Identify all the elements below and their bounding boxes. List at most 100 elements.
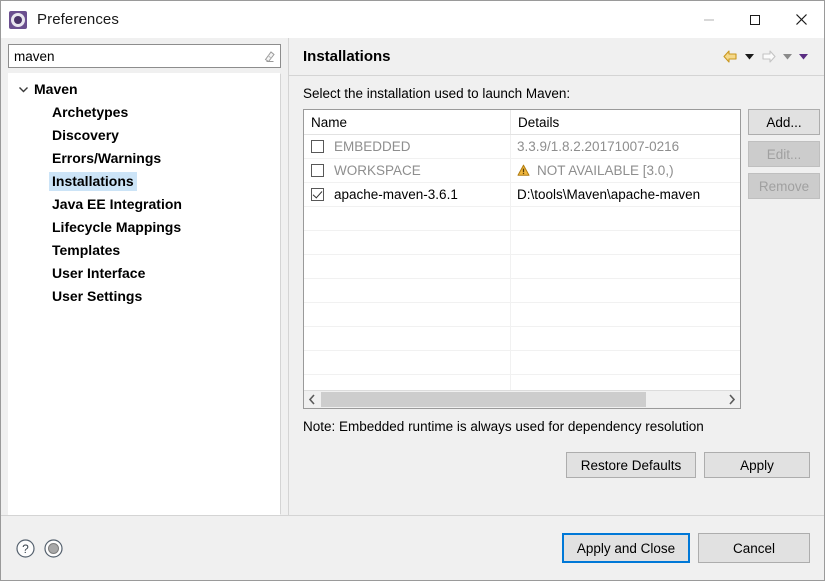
row-checkbox[interactable] [311, 140, 324, 153]
scroll-right-icon[interactable] [723, 391, 740, 408]
cell-name [304, 375, 511, 390]
show-advanced-circle-icon[interactable] [43, 538, 64, 559]
eraser-clear-icon[interactable] [262, 49, 276, 63]
back-arrow-icon[interactable] [721, 48, 740, 65]
cell-details [511, 351, 740, 374]
chevron-down-icon[interactable] [15, 85, 31, 94]
apply-button[interactable]: Apply [704, 452, 810, 478]
table-header-row: Name Details [304, 110, 740, 135]
cell-name [304, 255, 511, 278]
preferences-dialog: Preferences maven Maven Archetypes Disco… [0, 0, 825, 581]
content-header: Installations [289, 38, 824, 76]
table-row[interactable]: apache-maven-3.6.1 D:\tools\Maven\apache-… [304, 183, 740, 207]
sidebar-item-errors-warnings[interactable]: Errors/Warnings [9, 147, 280, 170]
svg-text:?: ? [22, 542, 29, 556]
view-menu-dropdown-icon[interactable] [797, 51, 810, 62]
sidebar-item-label: Installations [49, 172, 137, 191]
row-checkbox[interactable] [311, 164, 324, 177]
maximize-icon[interactable] [732, 1, 778, 38]
remove-button: Remove [748, 173, 820, 199]
sidebar-item-templates[interactable]: Templates [9, 239, 280, 262]
content-panel: Installations Select the installation us… [288, 38, 824, 515]
table-body: EMBEDDED 3.3.9/1.8.2.20171007-0216 WORKSPA… [304, 135, 740, 390]
back-dropdown-icon[interactable] [743, 51, 756, 62]
sidebar-item-java-ee-integration[interactable]: Java EE Integration [9, 193, 280, 216]
sidebar-item-discovery[interactable]: Discovery [9, 124, 280, 147]
navigation-toolbar [721, 48, 810, 65]
scrollbar-track[interactable] [321, 391, 723, 408]
table-row-empty [304, 303, 740, 327]
restore-defaults-button[interactable]: Restore Defaults [566, 452, 696, 478]
cell-details [511, 327, 740, 350]
horizontal-scrollbar[interactable] [304, 390, 740, 408]
preferences-gear-icon [9, 10, 27, 29]
content-inner: Select the installation used to launch M… [289, 76, 824, 515]
installation-details: 3.3.9/1.8.2.20171007-0216 [517, 139, 680, 154]
sidebar-item-label: Maven [34, 81, 78, 97]
cell-name [304, 279, 511, 302]
sidebar-item-user-interface[interactable]: User Interface [9, 262, 280, 285]
help-question-icon[interactable]: ? [15, 538, 36, 559]
table-row-empty [304, 351, 740, 375]
cell-details [511, 207, 740, 230]
installation-details: NOT AVAILABLE [3.0,) [537, 163, 674, 178]
cell-details: 3.3.9/1.8.2.20171007-0216 [511, 135, 740, 158]
column-header-name[interactable]: Name [304, 110, 511, 134]
column-header-details[interactable]: Details [511, 110, 740, 134]
sidebar-item-user-settings[interactable]: User Settings [9, 285, 280, 308]
filter-search-field[interactable] [8, 44, 281, 68]
left-panel: Maven Archetypes Discovery Errors/Warnings I… [1, 38, 288, 515]
table-row-empty [304, 231, 740, 255]
cell-details [511, 279, 740, 302]
preferences-tree[interactable]: Maven Archetypes Discovery Errors/Warnings I… [8, 73, 281, 515]
table-side-buttons: Add... Edit... Remove [748, 109, 820, 199]
scroll-left-icon[interactable] [304, 391, 321, 408]
page-action-buttons: Restore Defaults Apply [303, 452, 810, 478]
window-title: Preferences [37, 11, 119, 28]
apply-and-close-button[interactable]: Apply and Close [562, 533, 690, 563]
cell-name [304, 327, 511, 350]
table-row-empty [304, 207, 740, 231]
cell-name [304, 207, 511, 230]
add-button[interactable]: Add... [748, 109, 820, 135]
table-row-empty [304, 279, 740, 303]
cell-details [511, 255, 740, 278]
title-bar: Preferences [1, 1, 824, 38]
close-icon[interactable] [778, 1, 824, 38]
installation-details: D:\tools\Maven\apache-maven [517, 187, 701, 202]
table-row[interactable]: EMBEDDED 3.3.9/1.8.2.20171007-0216 [304, 135, 740, 159]
cell-details [511, 375, 740, 390]
table-row-empty [304, 375, 740, 390]
cell-details [511, 231, 740, 254]
edit-button: Edit... [748, 141, 820, 167]
sidebar-item-archetypes[interactable]: Archetypes [9, 101, 280, 124]
cell-details [511, 303, 740, 326]
window-controls [686, 1, 824, 38]
cell-name [304, 303, 511, 326]
cell-details: NOT AVAILABLE [3.0,) [511, 159, 740, 182]
sidebar-item-label: Discovery [52, 127, 119, 143]
minimize-icon[interactable] [686, 1, 732, 38]
sidebar-item-label: Templates [52, 242, 121, 258]
dialog-body: Maven Archetypes Discovery Errors/Warnings I… [1, 38, 824, 515]
scrollbar-thumb[interactable] [321, 392, 646, 407]
sidebar-item-installations[interactable]: Installations [9, 170, 280, 193]
page-title: Installations [303, 48, 391, 65]
dialog-footer: ? Apply and Close Cancel [1, 515, 824, 580]
row-checkbox[interactable] [311, 188, 324, 201]
installation-name: EMBEDDED [334, 139, 411, 154]
table-row[interactable]: WORKSPACE NOT AVAILABLE [3.0,) [304, 159, 740, 183]
warning-triangle-icon [517, 164, 530, 177]
sidebar-item-label: User Settings [52, 288, 143, 304]
cancel-button[interactable]: Cancel [698, 533, 810, 563]
sidebar-item-label: Lifecycle Mappings [52, 219, 182, 235]
sidebar-item-lifecycle-mappings[interactable]: Lifecycle Mappings [9, 216, 280, 239]
cell-details: D:\tools\Maven\apache-maven [511, 183, 740, 206]
forward-dropdown-icon[interactable] [781, 51, 794, 62]
table-area: Name Details EMBEDDED 3.3.9/1.8.2.2017100… [303, 109, 820, 409]
forward-arrow-icon[interactable] [759, 48, 778, 65]
sidebar-item-label: Java EE Integration [52, 196, 182, 212]
search-input[interactable] [9, 45, 280, 67]
instruction-label: Select the installation used to launch M… [303, 86, 571, 101]
sidebar-item-maven[interactable]: Maven [9, 78, 280, 101]
